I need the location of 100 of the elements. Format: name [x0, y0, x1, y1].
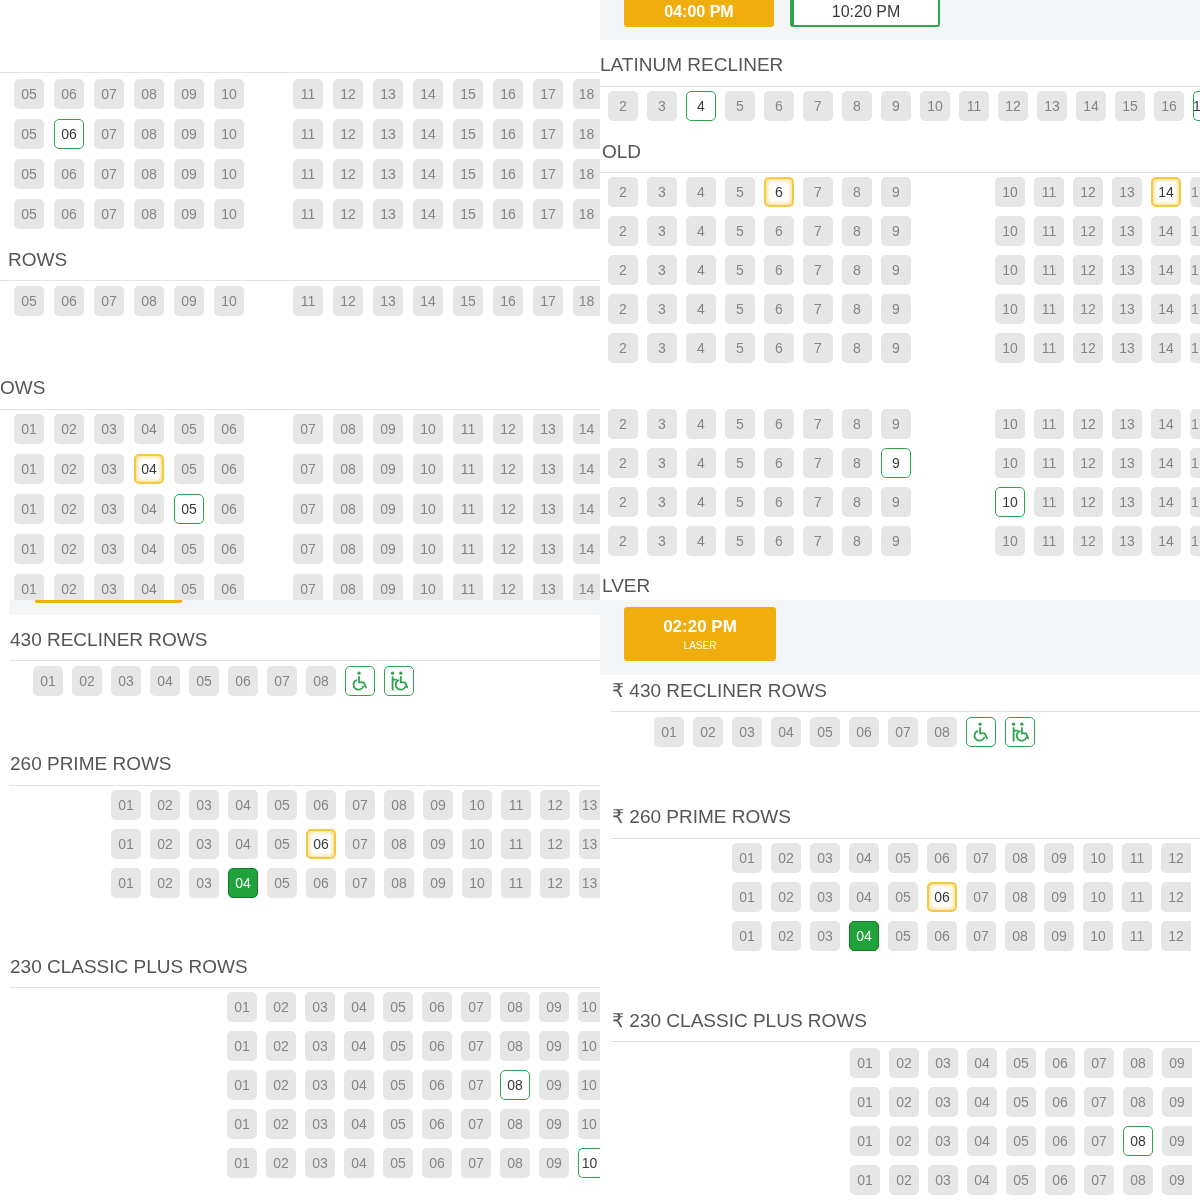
seat[interactable]: 12 — [333, 199, 363, 229]
seat[interactable]: 10 — [462, 868, 492, 898]
seat[interactable]: 8 — [842, 255, 872, 285]
seat[interactable]: 03 — [189, 829, 219, 859]
seat[interactable]: 06 — [214, 454, 244, 484]
seat[interactable]: 05 — [189, 666, 219, 696]
seat[interactable]: 11 — [453, 534, 483, 564]
seat[interactable]: 03 — [732, 717, 762, 747]
seat[interactable]: 10 — [1083, 921, 1113, 951]
seat[interactable]: 12 — [1073, 448, 1103, 478]
seat[interactable]: 11 — [1034, 177, 1064, 207]
seat[interactable]: 17 — [533, 286, 563, 316]
seat[interactable]: 03 — [94, 454, 124, 484]
seat[interactable]: 08 — [134, 199, 164, 229]
seat[interactable]: 10 — [920, 91, 950, 121]
seat[interactable]: 14 — [1151, 216, 1181, 246]
seat[interactable]: 08 — [1123, 1087, 1153, 1117]
seat[interactable]: 9 — [881, 448, 911, 478]
seat[interactable]: 02 — [889, 1087, 919, 1117]
seat[interactable]: 8 — [842, 294, 872, 324]
seat[interactable]: 5 — [725, 177, 755, 207]
seat[interactable]: 03 — [928, 1126, 958, 1156]
seat[interactable]: 14 — [573, 574, 600, 600]
seat[interactable]: 03 — [928, 1048, 958, 1078]
seat[interactable]: 1 — [1190, 333, 1200, 363]
seat[interactable]: 12 — [333, 79, 363, 109]
seat[interactable]: 11 — [1034, 448, 1064, 478]
seat[interactable]: 1 — [1190, 448, 1200, 478]
seat[interactable]: 09 — [174, 159, 204, 189]
seat[interactable]: 03 — [810, 843, 840, 873]
seat[interactable]: 5 — [725, 333, 755, 363]
seat[interactable]: 14 — [1151, 487, 1181, 517]
seat[interactable]: 05 — [174, 534, 204, 564]
seat[interactable]: 02 — [266, 1031, 296, 1061]
seat[interactable]: 13 — [1112, 255, 1142, 285]
seat[interactable]: 3 — [647, 487, 677, 517]
seat[interactable]: 06 — [422, 1148, 452, 1178]
seat[interactable]: 01 — [227, 1109, 257, 1139]
seat[interactable]: 07 — [1084, 1126, 1114, 1156]
seat[interactable]: 15 — [453, 79, 483, 109]
seat[interactable]: 5 — [725, 487, 755, 517]
seat[interactable]: 06 — [422, 1070, 452, 1100]
seat[interactable]: 10 — [995, 216, 1025, 246]
seat[interactable]: 8 — [842, 177, 872, 207]
seat[interactable]: 09 — [423, 829, 453, 859]
seat[interactable]: 09 — [1044, 921, 1074, 951]
seat[interactable]: 03 — [305, 1109, 335, 1139]
seat[interactable]: 01 — [14, 414, 44, 444]
seat[interactable]: 14 — [1151, 526, 1181, 556]
seat[interactable]: 04 — [228, 790, 258, 820]
seat[interactable]: 08 — [927, 717, 957, 747]
seat[interactable]: 02 — [266, 992, 296, 1022]
seat[interactable]: 09 — [174, 79, 204, 109]
seat[interactable]: 17 — [533, 79, 563, 109]
seat[interactable]: 16 — [493, 119, 523, 149]
seat[interactable]: 04 — [849, 921, 879, 951]
showtime-button[interactable]: 04:00 PM — [624, 0, 774, 27]
seat[interactable]: 2 — [608, 177, 638, 207]
seat[interactable]: 13 — [1112, 177, 1142, 207]
seat[interactable]: 07 — [461, 1031, 491, 1061]
seat[interactable]: 12 — [1073, 294, 1103, 324]
seat[interactable]: 13 — [579, 790, 600, 820]
seat[interactable]: 06 — [54, 119, 84, 149]
seat[interactable]: 01 — [732, 882, 762, 912]
seat[interactable]: 01 — [227, 1070, 257, 1100]
seat[interactable]: 04 — [344, 1148, 374, 1178]
seat[interactable]: 05 — [383, 1070, 413, 1100]
seat[interactable]: 15 — [453, 199, 483, 229]
seat[interactable]: 06 — [1045, 1087, 1075, 1117]
seat[interactable]: 13 — [1112, 487, 1142, 517]
seat[interactable]: 09 — [373, 534, 403, 564]
seat[interactable]: 11 — [293, 159, 323, 189]
seat[interactable]: 9 — [881, 333, 911, 363]
seat[interactable]: 09 — [539, 1109, 569, 1139]
seat[interactable]: 02 — [72, 666, 102, 696]
seat[interactable]: 6 — [764, 526, 794, 556]
seat[interactable]: 07 — [1084, 1087, 1114, 1117]
seat[interactable]: 1 — [1190, 294, 1200, 324]
seat[interactable]: 12 — [1161, 843, 1191, 873]
seat[interactable]: 06 — [927, 882, 957, 912]
seat[interactable]: 05 — [383, 992, 413, 1022]
seat[interactable]: 06 — [214, 494, 244, 524]
wheelchair-companion-seat[interactable] — [384, 666, 414, 696]
seat[interactable]: 12 — [540, 790, 570, 820]
seat[interactable]: 14 — [413, 79, 443, 109]
seat[interactable]: 09 — [423, 790, 453, 820]
seat[interactable]: 14 — [1151, 294, 1181, 324]
seat[interactable]: 05 — [267, 868, 297, 898]
seat[interactable]: 04 — [967, 1126, 997, 1156]
seat[interactable]: 13 — [533, 414, 563, 444]
seat[interactable]: 08 — [333, 494, 363, 524]
seat[interactable]: 05 — [1006, 1048, 1036, 1078]
seat[interactable]: 11 — [1034, 526, 1064, 556]
seat[interactable]: 02 — [266, 1148, 296, 1178]
seat[interactable]: 01 — [227, 1031, 257, 1061]
seat[interactable]: 11 — [453, 494, 483, 524]
seat[interactable]: 05 — [383, 1031, 413, 1061]
seat[interactable]: 16 — [493, 159, 523, 189]
seat[interactable]: 6 — [764, 91, 794, 121]
seat[interactable]: 18 — [573, 286, 600, 316]
